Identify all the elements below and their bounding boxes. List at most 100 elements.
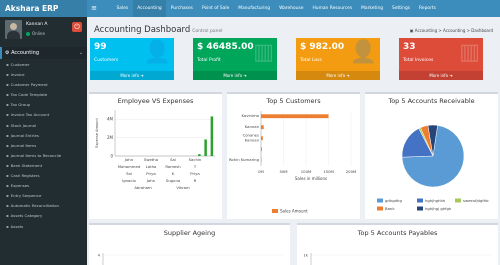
top-navbar: ≡ Sales Accounting Purchases Point of Sale M… <box>87 0 500 17</box>
sidebar-item-tax-group[interactable]: ▪ Tax Group <box>0 100 87 110</box>
x-axis-title: Sales in millions <box>295 176 327 181</box>
menu-toggle-icon[interactable]: ≡ <box>90 4 98 13</box>
menu-bullet-icon: ▪ <box>6 223 9 229</box>
nav-item-reports[interactable]: Reports <box>415 0 441 17</box>
sidebar-item-tax-code-template[interactable]: ▪ Tax Code Template <box>0 90 87 100</box>
bar <box>261 125 264 130</box>
bar <box>198 154 201 156</box>
x-tick-label: Ignacio <box>122 178 136 183</box>
x-tick-label: K <box>172 171 175 176</box>
y-tick-label: Kannan <box>245 124 260 129</box>
sidebar-item-label: Journal Entries <box>10 132 39 138</box>
x-tick-label: 100M <box>301 169 312 174</box>
sidebar-item-label: Stock Journal <box>10 122 37 128</box>
sidebar-item-journal-items-to-reconcile[interactable]: ▪ Journal Items to Reconcile <box>0 151 87 161</box>
nav-item-point-of-sale[interactable]: Point of Sale <box>197 0 233 17</box>
legend-label: hghjhgj ghfgh <box>425 206 452 211</box>
online-dot-icon <box>26 31 30 36</box>
more-info-link[interactable]: More info ➜ <box>296 71 380 80</box>
more-info-link[interactable]: More info ➜ <box>193 71 277 80</box>
sidebar-item-invoice[interactable]: ▪ Invoice <box>0 70 87 80</box>
x-tick-label: T <box>193 164 197 169</box>
sidebar-item-customer-payment[interactable]: ▪ Customer Payment <box>0 80 87 90</box>
sidebar-item-label: Automatic Reconciliation <box>10 203 59 209</box>
y-tick-label: 0 <box>110 154 113 159</box>
legend-swatch <box>455 198 461 203</box>
x-tick-label: Sachin <box>189 157 202 162</box>
y-axis-title: Expense Amount <box>95 118 99 148</box>
page-title-text: Accounting Dashboard <box>94 25 191 35</box>
y-tick-label: Kannan <box>245 137 260 142</box>
sidebar-item-bank-statement[interactable]: ▪ Bank Statement <box>0 161 87 171</box>
brand-logo[interactable]: Akshara ERP <box>0 0 87 17</box>
info-box-value: $ 982.00 <box>300 42 345 52</box>
x-tick-label: 200M <box>346 169 357 174</box>
sidebar-item-expenses[interactable]: ▪ Expenses <box>0 181 87 191</box>
x-tick-label: R <box>194 178 197 183</box>
sidebar-section-accounting[interactable]: ⚙ Accounting ⌄ <box>0 47 87 59</box>
wrench-icon: ⚙ <box>5 50 10 56</box>
info-box-customers: 99 Customers 👤 More info ➜ <box>90 38 174 80</box>
breadcrumb-current: Dashboard <box>471 28 493 33</box>
sidebar-item-cash-registers[interactable]: ▪ Cash Registers <box>0 171 87 181</box>
x-tick-label: Priya <box>190 171 199 176</box>
legend-swatch <box>377 206 383 211</box>
chart-top5-receivable: Top 5 Accounts Receivable gdhgdhg hghjhgh… <box>365 92 498 219</box>
x-tick-label: 50M <box>279 169 287 174</box>
sidebar-item-label: Tax Group <box>10 102 31 108</box>
nav-item-warehouse[interactable]: Warehouse <box>275 0 308 17</box>
y-tick-label: 1k <box>303 253 308 258</box>
menu-bullet-icon: ▪ <box>6 152 9 158</box>
breadcrumb-home[interactable]: Accounting <box>415 28 437 33</box>
menu-bullet-icon: ▪ <box>6 122 9 128</box>
sidebar-item-label: Journal Items to Reconcile <box>10 152 62 158</box>
nav-item-human-resources[interactable]: Human Resources <box>308 0 357 17</box>
sidebar-item-label: Invoice Tax Account <box>10 112 50 118</box>
nav-item-manufacturing[interactable]: Manufacturing <box>234 0 275 17</box>
more-info-link[interactable]: More info ➜ <box>90 71 174 80</box>
more-info-label: More info <box>120 73 140 78</box>
chart-icon: ▥ <box>253 40 274 65</box>
sidebar-item-entry-sequence[interactable]: ▪ Entry Sequence <box>0 191 87 201</box>
menu-bullet-icon: ▪ <box>6 132 9 138</box>
menu-bullet-icon: ▪ <box>6 162 9 168</box>
top-nav-menu: Sales Accounting Purchases Point of Sale Man… <box>112 0 440 17</box>
x-tick-label: Vikram <box>176 185 190 190</box>
arrow-circle-right-icon: ➜ <box>140 73 144 78</box>
menu-bullet-icon: ▪ <box>6 82 9 88</box>
nav-item-accounting[interactable]: Accounting <box>132 0 167 17</box>
bar <box>210 116 214 156</box>
nav-item-marketing[interactable]: Marketing <box>357 0 388 17</box>
sidebar-item-invoice-tax-account[interactable]: ▪ Invoice Tax Account <box>0 110 87 120</box>
legend-swatch <box>417 198 423 203</box>
sidebar: Akshara ERP Kannan A Online ⏻ ⚙ Accounti… <box>0 0 87 265</box>
menu-bullet-icon: ▪ <box>6 102 9 108</box>
nav-item-settings[interactable]: Settings <box>388 0 415 17</box>
x-tick-label: Sai <box>126 171 132 176</box>
breadcrumb-section[interactable]: Accounting <box>443 28 465 33</box>
sidebar-item-label: Assets <box>10 223 24 229</box>
nav-item-purchases[interactable]: Purchases <box>166 0 197 17</box>
more-info-link[interactable]: More info ➜ <box>399 71 483 80</box>
x-tick-label: Mohammed <box>118 164 141 169</box>
sidebar-item-assets[interactable]: ▪ Assets <box>0 222 87 232</box>
sidebar-item-stock-journal[interactable]: ▪ Stock Journal <box>0 121 87 131</box>
sidebar-item-automatic-reconciliation[interactable]: ▪ Automatic Reconciliation <box>0 201 87 211</box>
sidebar-item-journal-entries[interactable]: ▪ Journal Entries <box>0 131 87 141</box>
employee-expenses-svg: 4M 2M 0 Expense Amount John Swetha Sai Sachin Mo… <box>95 110 215 190</box>
sidebar-item-journal-items[interactable]: ▪ Journal Items <box>0 141 87 151</box>
sidebar-item-assets-category[interactable]: ▪ Assets Category <box>0 211 87 221</box>
info-box-label: Total Loss <box>300 58 322 63</box>
power-off-button[interactable]: ⏻ <box>72 22 82 32</box>
nav-item-sales[interactable]: Sales <box>112 0 133 17</box>
legend-label: Sales Amount <box>280 209 308 214</box>
top5-receivable-svg: gdhgdhg hghjhghhh sweeufjdgfhb Bank hghjhgj … <box>377 124 489 211</box>
sidebar-item-customer[interactable]: ▪ Customer <box>0 60 87 70</box>
chevron-down-icon: ⌄ <box>78 50 83 56</box>
x-tick-label: 150M <box>323 169 334 174</box>
chart-top5-payables: Top 5 Accounts Payables 1k <box>297 223 498 265</box>
legend-label: sweeufjdgfhb <box>463 198 489 203</box>
x-tick-label: 0M <box>258 169 264 174</box>
menu-bullet-icon: ▪ <box>6 203 9 209</box>
sidebar-item-label: Cash Registers <box>10 173 40 179</box>
